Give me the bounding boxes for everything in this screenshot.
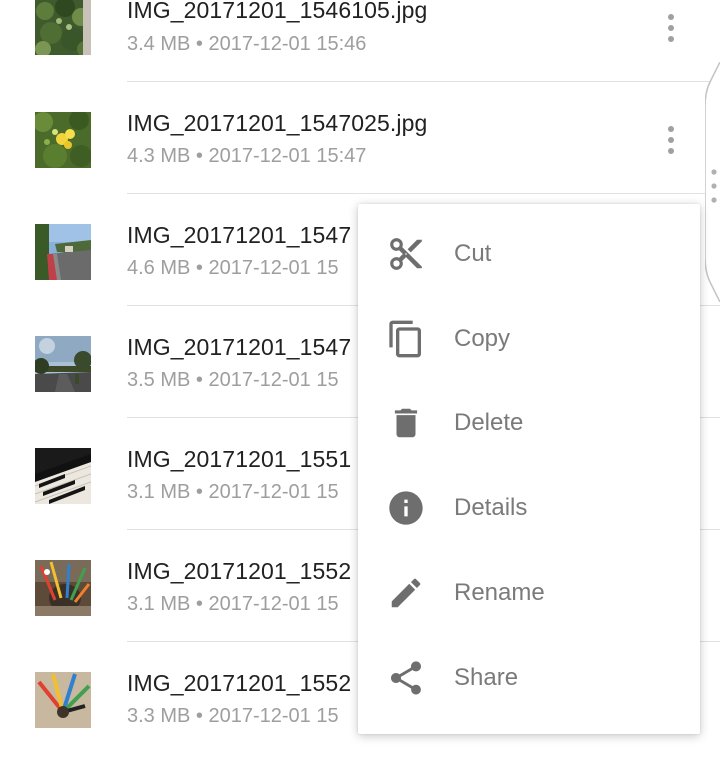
file-date: 2017-12-01 15 [208,593,339,615]
context-menu: Cut Copy Delete Details Rename Share [358,204,700,734]
image-thumbnail[interactable] [35,112,91,168]
more-vert-icon [668,14,674,20]
menu-item-cut[interactable]: Cut [358,210,700,294]
menu-label: Rename [454,579,545,606]
file-name: IMG_20171201_1546105.jpg [127,0,428,23]
scissors-icon [386,234,426,274]
file-date: 2017-12-01 15 [208,705,339,727]
meta-separator: • [195,593,203,615]
menu-label: Delete [454,409,524,436]
file-name: IMG_20171201_1547025.jpg [127,110,428,136]
trash-icon [386,403,426,443]
file-meta: 3.4 MB • 2017-12-01 15:46 [127,33,366,56]
image-thumbnail[interactable] [35,0,91,55]
file-size: 3.1 MB [127,481,191,503]
copy-icon [386,319,426,359]
file-name: IMG_20171201_1547 [127,222,352,248]
meta-separator: • [195,257,203,279]
file-meta: 3.5 MB • 2017-12-01 15 [127,369,339,392]
image-thumbnail[interactable] [35,336,91,392]
menu-label: Copy [454,325,511,352]
menu-label: Cut [454,240,492,267]
image-thumbnail[interactable] [35,560,91,616]
meta-separator: • [195,705,203,727]
file-date: 2017-12-01 15 [208,481,339,503]
menu-item-share[interactable]: Share [358,634,700,718]
file-meta: 3.1 MB • 2017-12-01 15 [127,481,339,504]
divider [127,193,720,194]
meta-separator: • [195,33,203,55]
file-size: 4.3 MB [127,145,191,167]
fast-scroll-handle[interactable] [705,62,720,302]
file-meta: 4.3 MB • 2017-12-01 15:47 [127,145,366,168]
file-name: IMG_20171201_1552 [127,558,352,584]
file-meta: 3.1 MB • 2017-12-01 15 [127,593,339,616]
image-thumbnail[interactable] [35,448,91,504]
meta-separator: • [195,481,203,503]
file-date: 2017-12-01 15:46 [208,33,367,55]
pencil-icon [386,573,426,613]
more-vert-icon [668,126,674,132]
file-size: 3.4 MB [127,33,191,55]
file-size: 3.1 MB [127,593,191,615]
menu-item-rename[interactable]: Rename [358,549,700,633]
share-icon [386,658,426,698]
menu-item-details[interactable]: Details [358,464,700,548]
file-name: IMG_20171201_1547 [127,334,352,360]
file-meta: 3.3 MB • 2017-12-01 15 [127,705,339,728]
file-name: IMG_20171201_1552 [127,670,352,696]
menu-item-delete[interactable]: Delete [358,379,700,463]
file-size: 3.5 MB [127,369,191,391]
meta-separator: • [195,145,203,167]
file-date: 2017-12-01 15:47 [208,145,367,167]
file-name: IMG_20171201_1551 [127,446,352,472]
file-size: 3.3 MB [127,705,191,727]
more-options-button[interactable] [655,6,687,50]
divider [127,81,720,82]
file-date: 2017-12-01 15 [208,369,339,391]
menu-label: Share [454,664,519,691]
file-meta: 4.6 MB • 2017-12-01 15 [127,257,339,280]
file-row[interactable]: IMG_20171201_1546105.jpg 3.4 MB • 2017-1… [0,0,720,112]
image-thumbnail[interactable] [35,224,91,280]
file-date: 2017-12-01 15 [208,257,339,279]
meta-separator: • [195,369,203,391]
more-options-button[interactable] [655,118,687,162]
menu-item-copy[interactable]: Copy [358,295,700,379]
menu-label: Details [454,494,528,521]
info-icon [386,488,426,528]
file-size: 4.6 MB [127,257,191,279]
